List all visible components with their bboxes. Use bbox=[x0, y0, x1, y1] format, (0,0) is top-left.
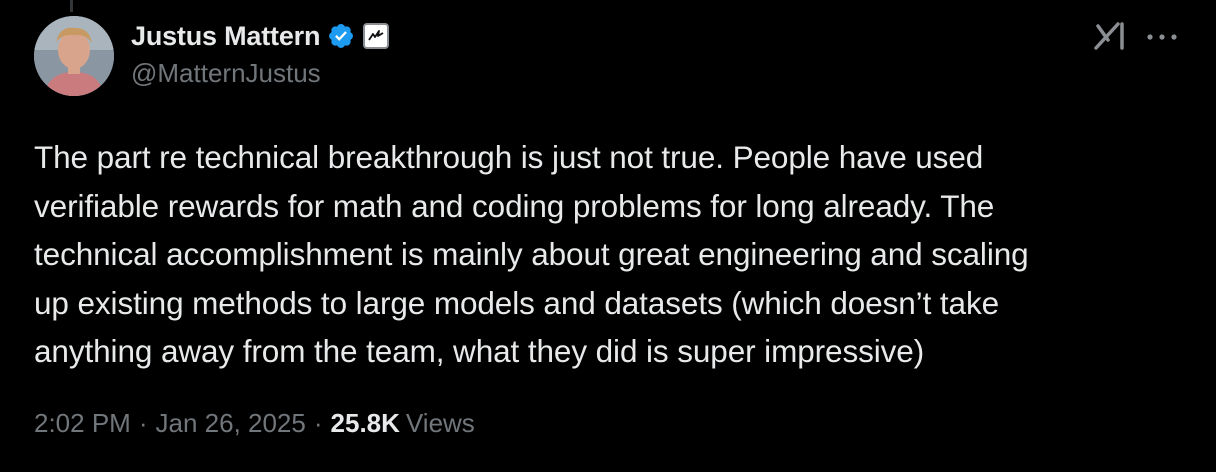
tweet-text-line: anything away from the team, what they d… bbox=[34, 333, 925, 369]
meta-separator: · bbox=[138, 408, 148, 438]
name-row: Justus Mattern bbox=[131, 19, 390, 53]
affiliate-badge-icon[interactable] bbox=[363, 23, 390, 49]
tweet-date[interactable]: Jan 26, 2025 bbox=[156, 408, 306, 439]
avatar[interactable] bbox=[34, 16, 114, 96]
views-count[interactable]: 25.8K bbox=[331, 408, 400, 439]
tweet-meta: 2:02 PM · Jan 26, 2025 · 25.8K Views bbox=[34, 408, 475, 439]
tweet-text: The part re technical breakthrough is ju… bbox=[34, 133, 1194, 376]
tweet-text-line: technical accomplishment is mainly about… bbox=[34, 236, 1029, 272]
meta-separator: · bbox=[313, 408, 323, 438]
tweet-text-line: The part re technical breakthrough is ju… bbox=[34, 139, 984, 175]
tweet-text-line: up existing methods to large models and … bbox=[34, 284, 1000, 321]
more-icon[interactable] bbox=[1143, 27, 1181, 47]
grok-icon[interactable] bbox=[1092, 20, 1130, 54]
author-handle[interactable]: @MatternJustus bbox=[131, 58, 389, 89]
tweet-time[interactable]: 2:02 PM bbox=[34, 408, 131, 439]
tweet-text-line: verifiable rewards for math and coding p… bbox=[34, 187, 995, 224]
tweet-header: Justus Mattern @MatternJustus bbox=[131, 19, 390, 89]
thread-connector-line bbox=[70, 0, 73, 12]
verified-badge-icon[interactable] bbox=[327, 22, 355, 50]
views-label: Views bbox=[405, 408, 475, 438]
author-display-name[interactable]: Justus Mattern bbox=[131, 21, 320, 52]
